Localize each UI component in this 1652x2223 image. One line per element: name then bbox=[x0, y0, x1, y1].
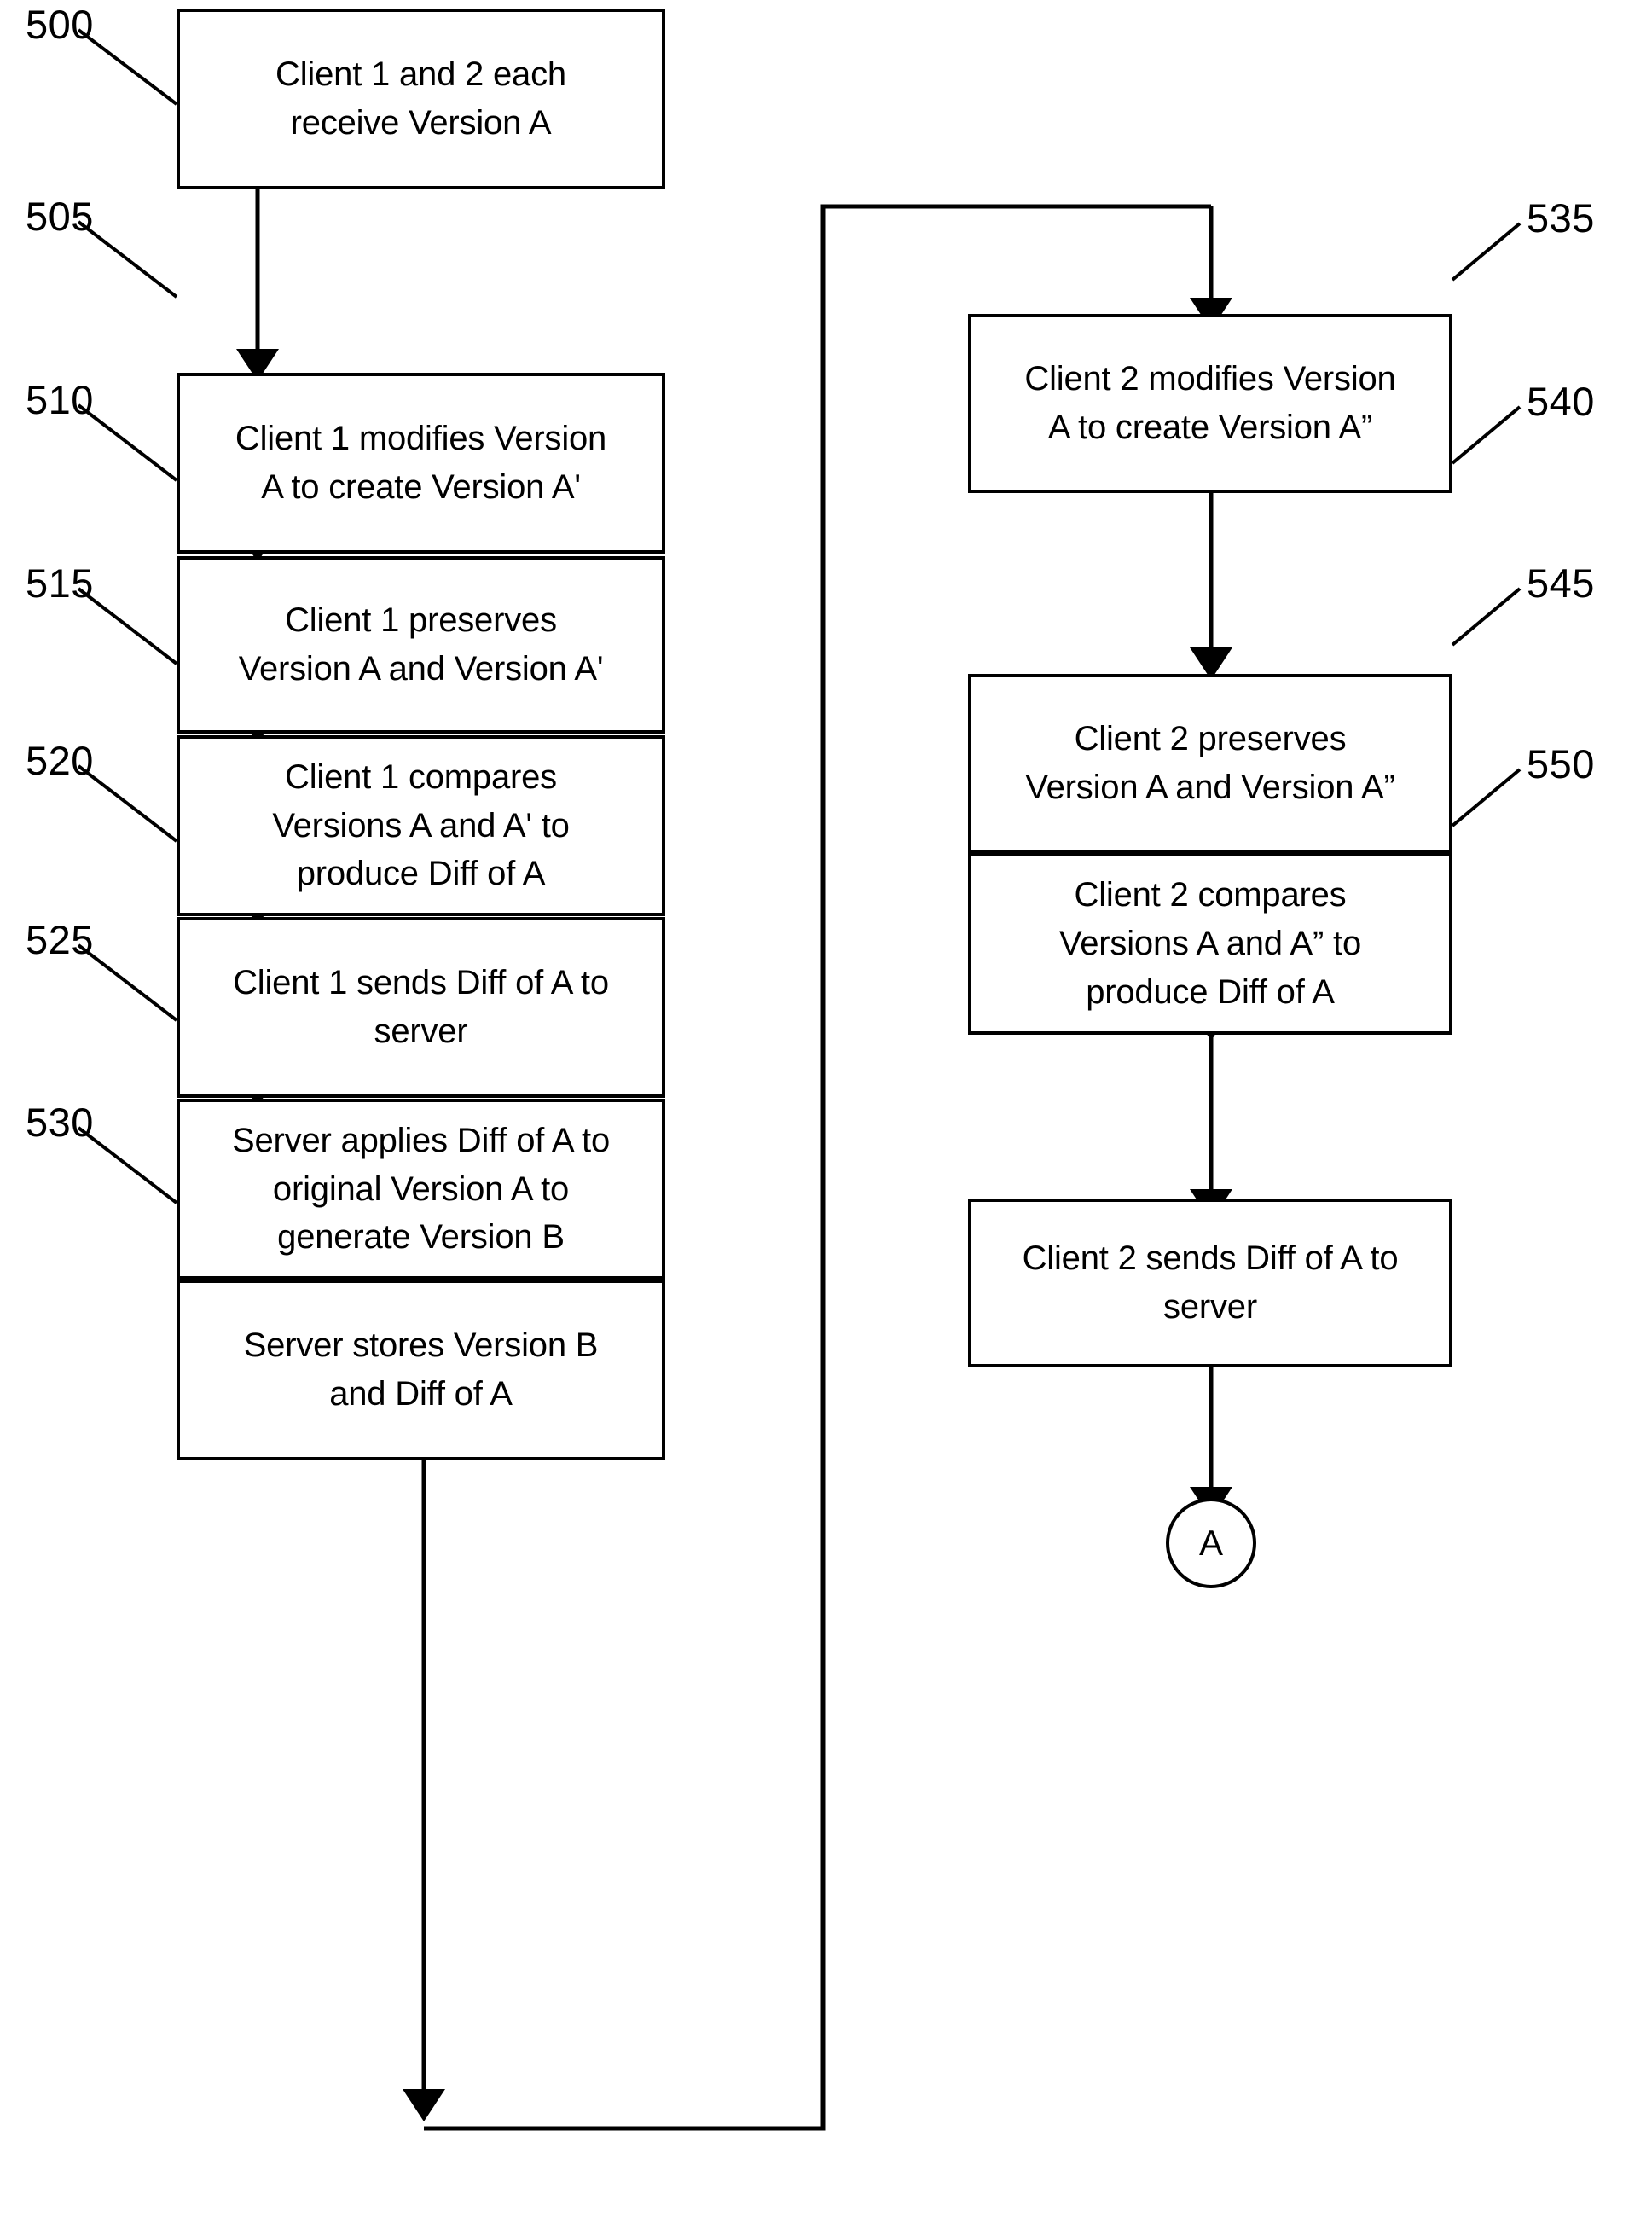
reference-numeral-540: 540 bbox=[1527, 379, 1595, 424]
process-box-505[interactable]: Client 1 modifies Version A to create Ve… bbox=[177, 373, 665, 554]
reference-numeral-515: 515 bbox=[26, 560, 94, 606]
process-box-540[interactable]: Client 2 preserves Version A and Version… bbox=[968, 674, 1452, 853]
process-box-550[interactable]: Client 2 sends Diff of A to server bbox=[968, 1199, 1452, 1367]
process-box-525[interactable]: Server applies Diff of A to original Ver… bbox=[177, 1099, 665, 1280]
process-box-510-label: Client 1 preserves Version A and Version… bbox=[238, 601, 604, 688]
process-box-545-label: Client 2 compares Versions A and A” to p… bbox=[1058, 876, 1362, 1011]
process-box-540-label: Client 2 preserves Version A and Version… bbox=[1025, 720, 1395, 806]
process-box-525-label: Server applies Diff of A to original Ver… bbox=[232, 1121, 610, 1257]
reference-numeral-535: 535 bbox=[1527, 195, 1595, 241]
reference-numeral-505: 505 bbox=[26, 194, 94, 239]
process-box-500[interactable]: Client 1 and 2 each receive Version A bbox=[177, 9, 665, 189]
process-box-530[interactable]: Server stores Version B and Diff of A bbox=[177, 1280, 665, 1460]
reference-numeral-550: 550 bbox=[1527, 741, 1595, 786]
process-box-510[interactable]: Client 1 preserves Version A and Version… bbox=[177, 556, 665, 734]
reference-numeral-520: 520 bbox=[26, 738, 94, 783]
reference-numeral-510: 510 bbox=[26, 377, 94, 422]
process-box-500-label: Client 1 and 2 each receive Version A bbox=[275, 55, 566, 142]
process-box-535-label: Client 2 modifies Version A to create Ve… bbox=[1024, 360, 1396, 446]
process-box-520[interactable]: Client 1 sends Diff of A to server bbox=[177, 917, 665, 1098]
process-box-550-label: Client 2 sends Diff of A to server bbox=[1022, 1239, 1399, 1326]
process-box-505-label: Client 1 modifies Version A to create Ve… bbox=[235, 420, 607, 506]
reference-numeral-525: 525 bbox=[26, 917, 94, 962]
reference-numeral-530: 530 bbox=[26, 1100, 94, 1145]
process-box-515[interactable]: Client 1 compares Versions A and A' to p… bbox=[177, 735, 665, 916]
offpage-connector-a-label: A bbox=[1198, 1523, 1223, 1563]
reference-numeral-500: 500 bbox=[26, 2, 94, 47]
offpage-connector-a[interactable]: A bbox=[1166, 1498, 1256, 1588]
process-box-530-label: Server stores Version B and Diff of A bbox=[243, 1326, 599, 1413]
process-box-520-label: Client 1 sends Diff of A to server bbox=[233, 964, 609, 1050]
reference-numeral-545: 545 bbox=[1527, 560, 1595, 606]
patent-figure-sheet: Client 1 and 2 each receive Version A 50… bbox=[0, 0, 1652, 2223]
process-box-515-label: Client 1 compares Versions A and A' to p… bbox=[272, 757, 570, 893]
process-box-535[interactable]: Client 2 modifies Version A to create Ve… bbox=[968, 314, 1452, 493]
process-box-545[interactable]: Client 2 compares Versions A and A” to p… bbox=[968, 853, 1452, 1035]
